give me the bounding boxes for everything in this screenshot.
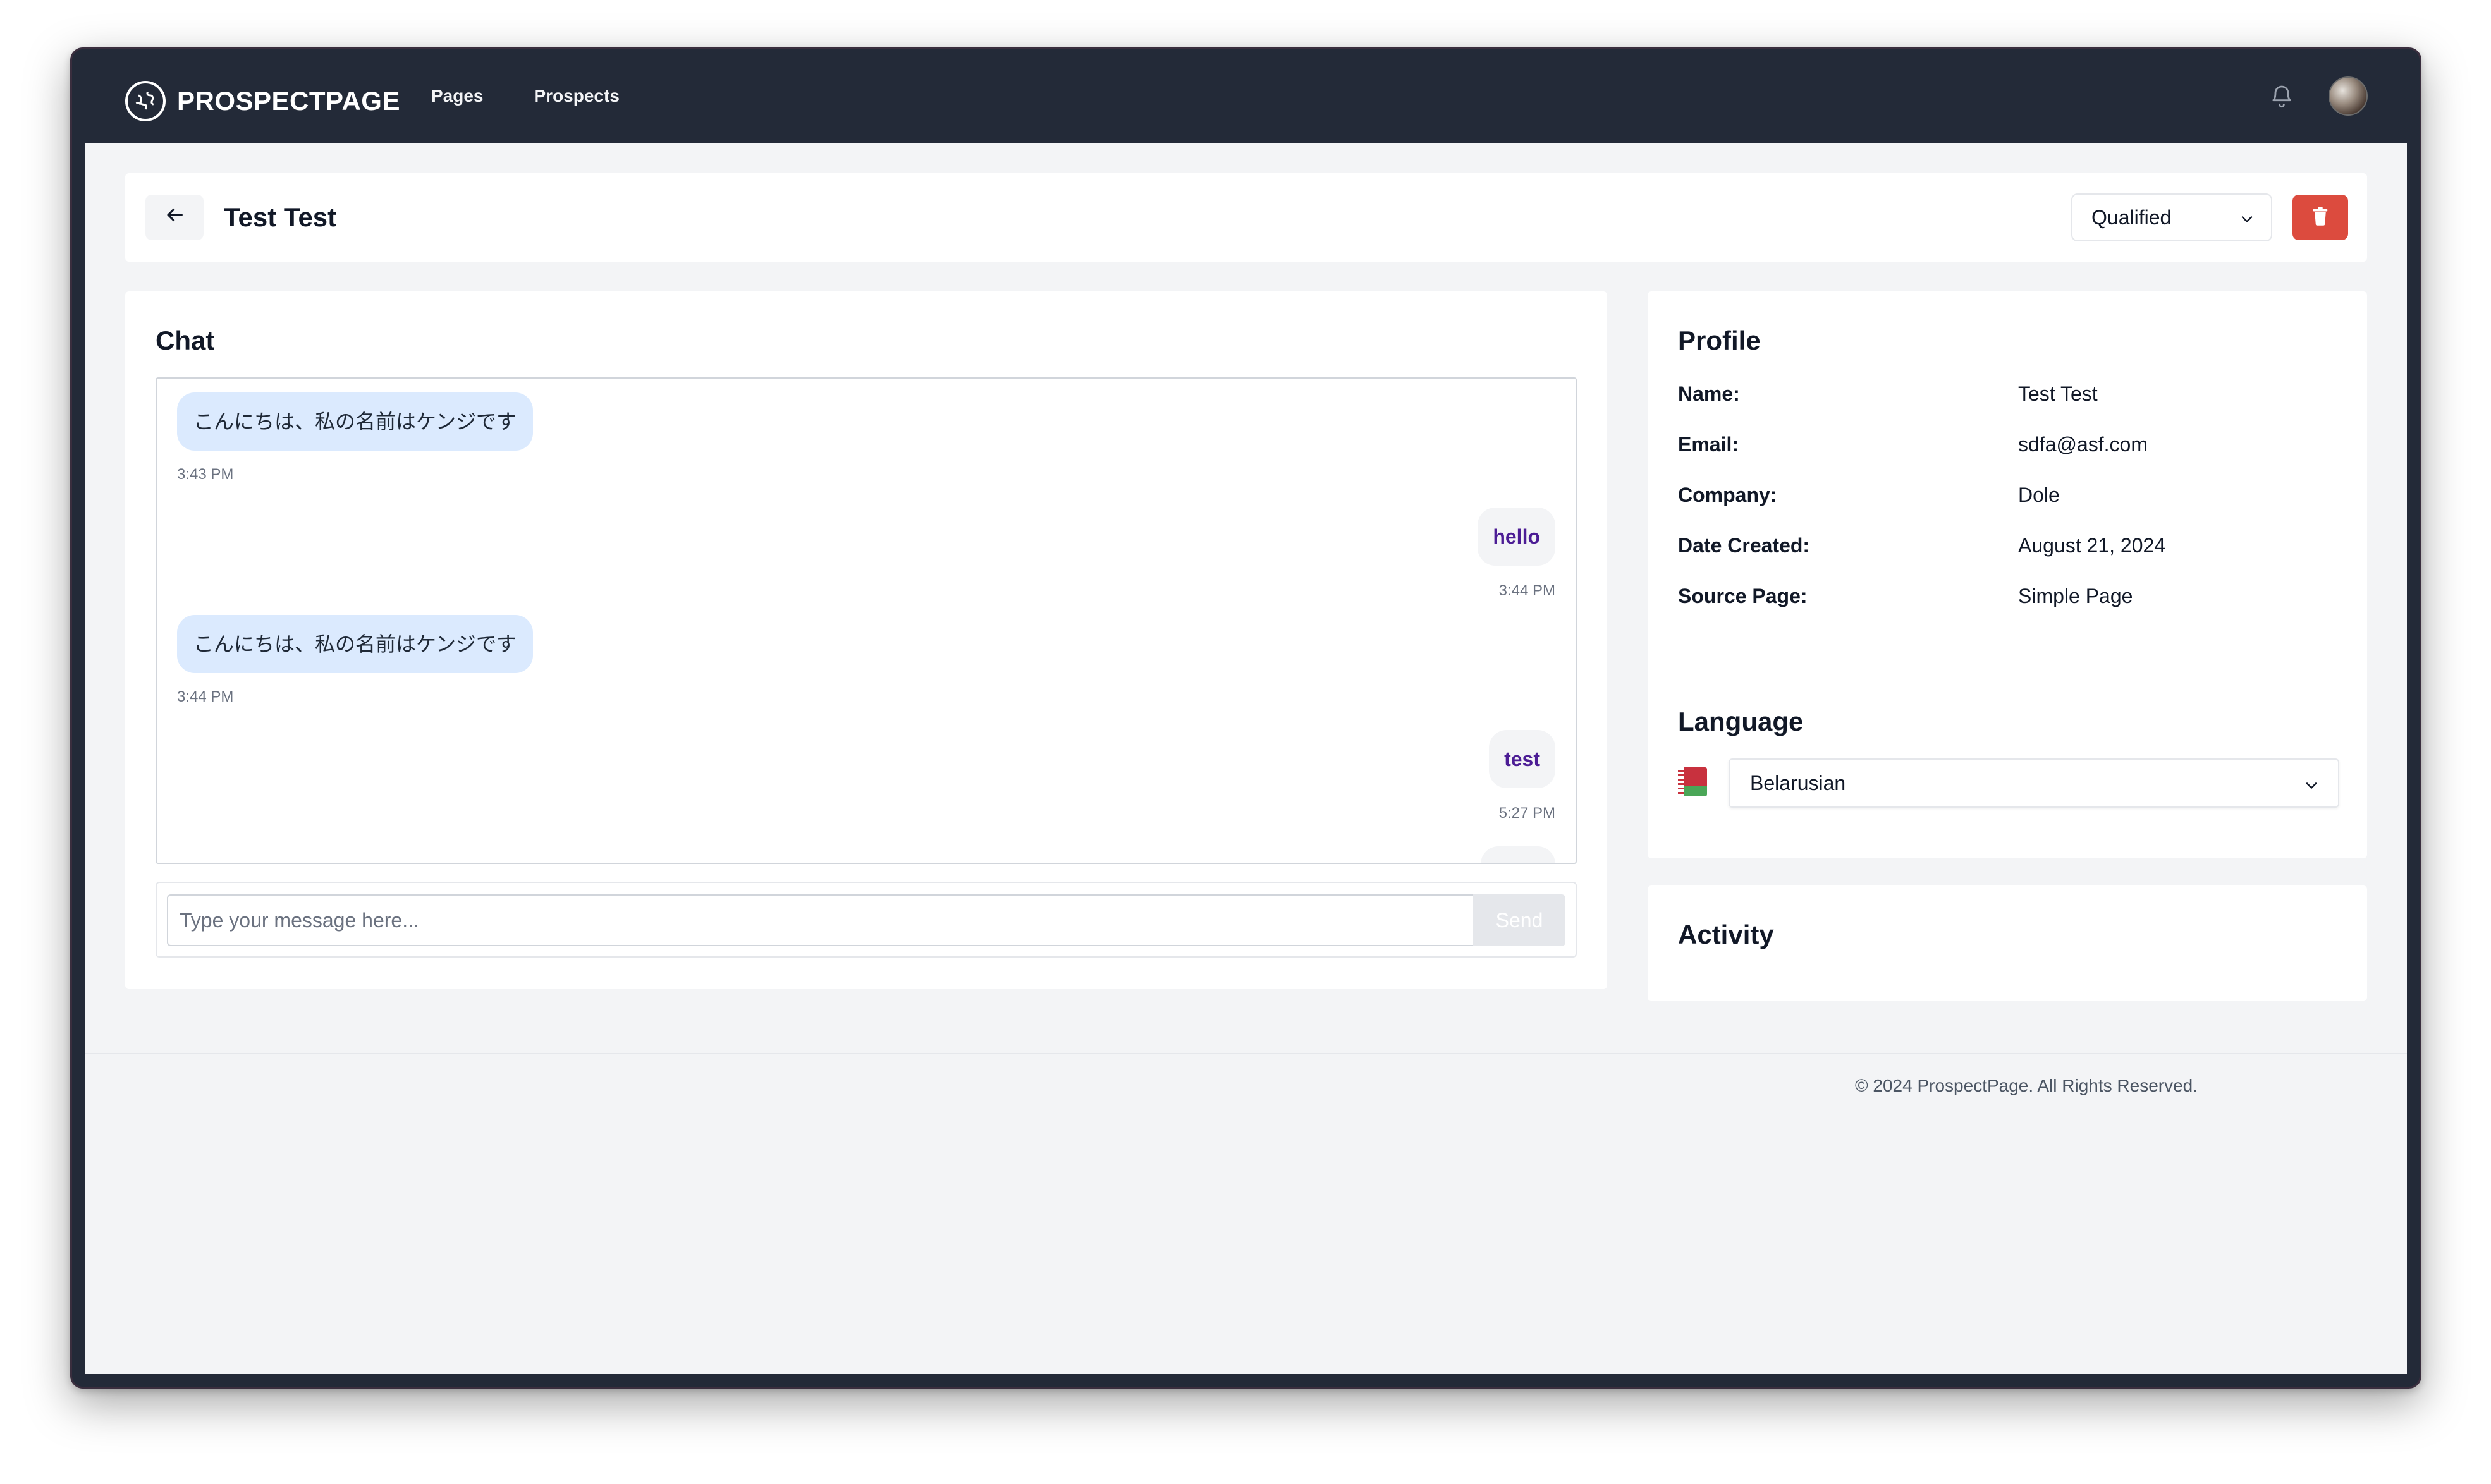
message-input[interactable] bbox=[167, 894, 1473, 946]
back-button[interactable] bbox=[145, 195, 204, 240]
language-panel: Language Belarusian bbox=[1648, 672, 2367, 858]
profile-label: Name: bbox=[1678, 382, 1740, 405]
belarus-flag-icon bbox=[1678, 767, 1707, 796]
chevron-down-icon bbox=[2238, 210, 2256, 233]
trash-icon bbox=[2312, 207, 2329, 229]
chat-panel: Chat こんにちは、私の名前はケンジです 3:43 PM hello 3:44… bbox=[125, 291, 1607, 989]
message-time: 5:27 PM bbox=[1498, 805, 1555, 822]
chat-message: test bbox=[1489, 730, 1555, 788]
chat-message: こんにちは、私の名前はケンジです bbox=[177, 615, 534, 673]
chat-composer: Send bbox=[156, 882, 1577, 958]
nav-links: Pages Prospects bbox=[431, 49, 620, 143]
outgoing-bubble: test bbox=[1489, 730, 1555, 788]
language-select[interactable]: Belarusian bbox=[1729, 758, 2339, 808]
message-time: 3:44 PM bbox=[177, 688, 234, 705]
top-nav: PROSPECTPAGE Pages Prospects bbox=[85, 49, 2407, 143]
outgoing-bubble-partial bbox=[1481, 846, 1555, 863]
footer-copyright: © 2024 ProspectPage. All Rights Reserved… bbox=[1855, 1076, 2198, 1095]
profile-panel: Profile Name: Test Test Email: sdfa@asf.… bbox=[1648, 291, 2367, 688]
language-title: Language bbox=[1678, 707, 1804, 736]
delete-button[interactable] bbox=[2292, 195, 2348, 240]
incoming-bubble: こんにちは、私の名前はケンジです bbox=[177, 615, 534, 673]
globe-logo-icon bbox=[125, 81, 166, 121]
profile-value: Simple Page bbox=[2018, 585, 2133, 607]
profile-value: Test Test bbox=[2018, 382, 2098, 405]
status-value: Qualified bbox=[2091, 205, 2172, 229]
nav-link-pages[interactable]: Pages bbox=[431, 86, 484, 106]
bell-icon[interactable] bbox=[2268, 82, 2296, 110]
profile-label: Date Created: bbox=[1678, 534, 1810, 557]
prospect-header: Test Test Qualified bbox=[125, 173, 2367, 262]
chat-message: こんにちは、私の名前はケンジです bbox=[177, 392, 534, 451]
nav-link-prospects[interactable]: Prospects bbox=[534, 86, 620, 106]
activity-panel: Activity bbox=[1648, 885, 2367, 1001]
message-time: 3:43 PM bbox=[177, 466, 234, 483]
outgoing-bubble: hello bbox=[1478, 508, 1555, 566]
profile-value: August 21, 2024 bbox=[2018, 534, 2166, 557]
page-title: Test Test bbox=[224, 202, 337, 232]
profile-value: Dole bbox=[2018, 484, 2060, 506]
profile-title: Profile bbox=[1678, 325, 1761, 355]
arrow-left-icon bbox=[164, 204, 185, 232]
user-avatar[interactable] bbox=[2329, 76, 2368, 116]
activity-title: Activity bbox=[1678, 920, 1774, 949]
chevron-down-icon bbox=[2303, 776, 2320, 800]
profile-label: Email: bbox=[1678, 433, 1739, 456]
app-window: PROSPECTPAGE Pages Prospects Test Test Q… bbox=[70, 47, 2421, 1389]
send-button[interactable]: Send bbox=[1473, 894, 1565, 946]
brand-name: PROSPECTPAGE bbox=[177, 86, 400, 116]
language-value: Belarusian bbox=[1750, 771, 1846, 794]
chat-title: Chat bbox=[156, 325, 215, 355]
nav-actions bbox=[2268, 49, 2368, 143]
profile-value: sdfa@asf.com bbox=[2018, 433, 2148, 456]
app-screen: PROSPECTPAGE Pages Prospects Test Test Q… bbox=[85, 49, 2407, 1374]
brand[interactable]: PROSPECTPAGE bbox=[125, 81, 400, 121]
incoming-bubble: こんにちは、私の名前はケンジです bbox=[177, 392, 534, 451]
status-select[interactable]: Qualified bbox=[2071, 193, 2272, 241]
footer-divider bbox=[85, 1053, 2407, 1054]
message-time: 3:44 PM bbox=[1498, 582, 1555, 599]
profile-label: Source Page: bbox=[1678, 585, 1808, 607]
profile-label: Company: bbox=[1678, 484, 1777, 506]
chat-log[interactable]: こんにちは、私の名前はケンジです 3:43 PM hello 3:44 PM こ… bbox=[156, 377, 1577, 864]
chat-message: hello bbox=[1478, 508, 1555, 566]
